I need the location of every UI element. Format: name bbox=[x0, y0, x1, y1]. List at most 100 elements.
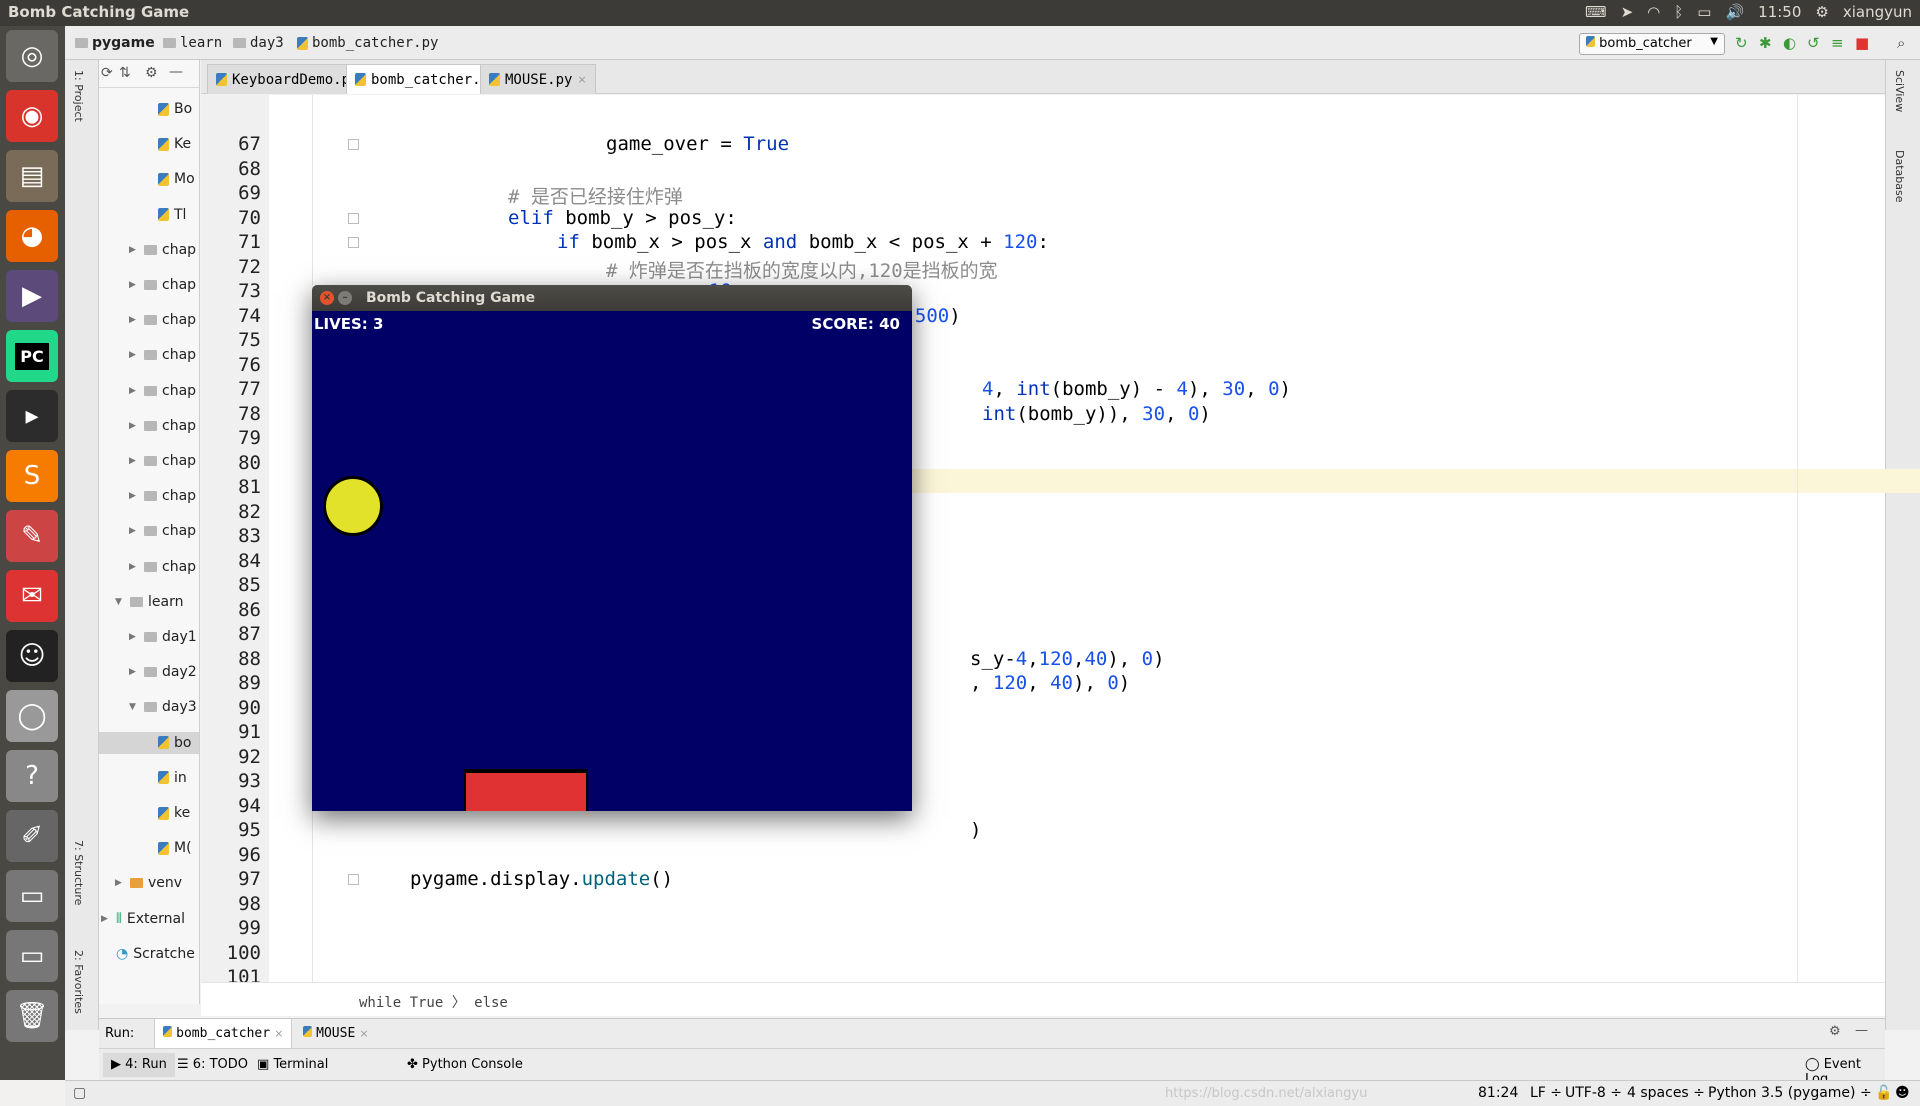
chevron-right-icon[interactable]: ▶ bbox=[129, 667, 139, 677]
minimize-icon[interactable]: — bbox=[169, 64, 183, 80]
close-icon[interactable]: × bbox=[359, 1027, 368, 1040]
gear-icon[interactable]: ⚙ bbox=[1815, 3, 1828, 21]
chevron-right-icon[interactable]: ▶ bbox=[101, 914, 111, 924]
notes-icon[interactable]: ✐ bbox=[6, 810, 58, 862]
tree-item[interactable]: ◔ Scratche bbox=[101, 943, 195, 965]
telegram-icon[interactable]: ➤ bbox=[1621, 3, 1634, 21]
chevron-right-icon[interactable]: ▶ bbox=[129, 632, 139, 642]
close-icon[interactable]: × bbox=[320, 291, 334, 305]
chevron-right-icon[interactable]: ▶ bbox=[129, 421, 139, 431]
file-encoding[interactable]: UTF-8 ÷ bbox=[1565, 1085, 1622, 1101]
tree-item[interactable]: ▶ day1 bbox=[129, 626, 197, 648]
chevron-right-icon[interactable]: ▶ bbox=[129, 350, 139, 360]
chevron-right-icon[interactable]: ▶ bbox=[129, 315, 139, 325]
chevron-right-icon[interactable]: ▶ bbox=[129, 491, 139, 501]
bluetooth-icon[interactable]: ᛒ bbox=[1674, 3, 1683, 21]
tree-item[interactable]: ▶ chap bbox=[129, 415, 196, 437]
chevron-right-icon[interactable]: ▶ bbox=[129, 562, 139, 572]
run-tool-button[interactable]: ▶ 4: Run bbox=[103, 1053, 175, 1077]
tree-item[interactable]: ▶ ⫴ External bbox=[101, 908, 185, 930]
wifi-icon[interactable]: ◠ bbox=[1647, 3, 1660, 21]
structure-tool-button[interactable]: 7: Structure bbox=[72, 840, 85, 905]
user-name[interactable]: xiangyun bbox=[1843, 3, 1912, 21]
database-tool-button[interactable]: Database bbox=[1893, 150, 1906, 203]
tree-item[interactable]: ▼ learn bbox=[115, 591, 183, 613]
line-separator[interactable]: LF ÷ bbox=[1530, 1085, 1562, 1101]
tree-item[interactable]: ▼ day3 bbox=[129, 696, 197, 718]
minimize-icon[interactable]: — bbox=[1855, 1023, 1868, 1038]
layout-toggle-icon[interactable]: ▢ bbox=[73, 1085, 86, 1101]
text-editor-icon[interactable]: ✉ bbox=[6, 570, 58, 622]
nav-crumb-learn[interactable]: learn bbox=[163, 35, 222, 51]
lock-icon[interactable]: 🔓 bbox=[1875, 1085, 1892, 1101]
tree-item[interactable]: ▶ day2 bbox=[129, 661, 197, 683]
stop-icon[interactable]: ■ bbox=[1855, 34, 1869, 52]
tree-item[interactable]: ▶ chap bbox=[129, 239, 196, 261]
collapse-icon[interactable]: ⇅ bbox=[119, 65, 131, 81]
qq-icon[interactable]: ☺ bbox=[6, 630, 58, 682]
sublime-text-icon[interactable]: S bbox=[6, 450, 58, 502]
terminal-tool-button[interactable]: ▣ Terminal bbox=[257, 1057, 328, 1072]
ubuntu-dash-icon[interactable]: ◎ bbox=[6, 30, 58, 82]
terminal-icon[interactable]: ▸ bbox=[6, 390, 58, 442]
tree-item[interactable]: ▶ chap bbox=[129, 344, 196, 366]
nav-crumb-pygame[interactable]: pygame bbox=[75, 35, 155, 51]
tree-item[interactable]: Ke bbox=[143, 133, 191, 155]
chevron-right-icon[interactable]: ▶ bbox=[129, 245, 139, 255]
chevron-right-icon[interactable]: ▶ bbox=[129, 280, 139, 290]
drive-icon[interactable]: ▭ bbox=[6, 930, 58, 982]
netease-music-icon[interactable]: ◉ bbox=[6, 90, 58, 142]
minimize-icon[interactable]: – bbox=[338, 291, 352, 305]
caret-position[interactable]: 81:24 bbox=[1478, 1085, 1518, 1101]
tree-item[interactable]: Bo bbox=[143, 98, 192, 120]
game-window[interactable]: × – Bomb Catching Game LIVES: 3 SCORE: 4… bbox=[312, 285, 912, 811]
rerun-icon[interactable]: ↻ bbox=[1735, 34, 1748, 52]
pycharm-icon[interactable]: PC bbox=[6, 330, 58, 382]
todo-tool-button[interactable]: ☰ 6: TODO bbox=[177, 1057, 248, 1072]
chevron-down-icon[interactable]: ▼ bbox=[115, 597, 125, 607]
tree-item[interactable]: ke bbox=[143, 802, 190, 824]
tree-item[interactable]: in bbox=[143, 767, 187, 789]
battery-icon[interactable]: ▭ bbox=[1697, 3, 1711, 21]
tree-item[interactable]: Tl bbox=[143, 204, 186, 226]
run-tab-bomb-catcher[interactable]: bomb_catcher × bbox=[154, 1019, 293, 1048]
nav-crumb-file[interactable]: bomb_catcher.py bbox=[297, 35, 438, 51]
fold-marker-icon[interactable] bbox=[348, 237, 359, 248]
project-tool-button[interactable]: 1: Project bbox=[72, 70, 85, 122]
tree-item[interactable]: Mo bbox=[143, 168, 195, 190]
close-icon[interactable]: × bbox=[274, 1027, 283, 1040]
disk-icon[interactable]: ▭ bbox=[6, 870, 58, 922]
media-player-icon[interactable]: ▶ bbox=[6, 270, 58, 322]
close-icon[interactable]: × bbox=[577, 73, 586, 86]
tree-item[interactable]: ▶ chap bbox=[129, 556, 196, 578]
game-canvas[interactable]: LIVES: 3 SCORE: 40 bbox=[312, 311, 912, 811]
indent-setting[interactable]: 4 spaces ÷ bbox=[1627, 1085, 1705, 1101]
tree-item[interactable]: bo bbox=[99, 731, 199, 754]
chevron-right-icon[interactable]: ▶ bbox=[129, 456, 139, 466]
tree-item[interactable]: ▶ chap bbox=[129, 309, 196, 331]
debug-icon[interactable]: ✱ bbox=[1759, 34, 1772, 52]
clock[interactable]: 11:50 bbox=[1758, 3, 1801, 21]
keyboard-indicator-icon[interactable]: ⌨ bbox=[1585, 3, 1607, 21]
run-configuration-select[interactable]: bomb_catcher ▼ bbox=[1579, 33, 1725, 55]
tree-item[interactable]: ▶ chap bbox=[129, 520, 196, 542]
tree-item[interactable]: ▶ chap bbox=[129, 274, 196, 296]
chevron-right-icon[interactable]: ▶ bbox=[115, 878, 125, 888]
favorites-tool-button[interactable]: 2: Favorites bbox=[72, 950, 85, 1014]
gear-icon[interactable]: ⚙ bbox=[1829, 1024, 1841, 1039]
tree-item[interactable]: ▶ venv bbox=[115, 872, 182, 894]
file-manager-icon[interactable]: ▤ bbox=[6, 150, 58, 202]
nav-crumb-day3[interactable]: day3 bbox=[233, 35, 284, 51]
tab-mouse[interactable]: MOUSE.py × bbox=[480, 64, 596, 94]
tree-item[interactable]: ▶ chap bbox=[129, 485, 196, 507]
chevron-right-icon[interactable]: ▶ bbox=[129, 526, 139, 536]
game-window-titlebar[interactable]: × – Bomb Catching Game bbox=[312, 285, 912, 311]
python-console-tool-button[interactable]: ✤ Python Console bbox=[407, 1057, 523, 1072]
fold-marker-icon[interactable] bbox=[348, 212, 359, 224]
fold-marker-icon[interactable] bbox=[348, 874, 359, 885]
fold-marker-icon[interactable] bbox=[348, 139, 359, 150]
firefox-icon[interactable]: ◕ bbox=[6, 210, 58, 262]
sciview-tool-button[interactable]: SciView bbox=[1893, 70, 1906, 112]
volume-icon[interactable]: 🔊 bbox=[1725, 3, 1744, 21]
chevron-right-icon[interactable]: ▶ bbox=[129, 386, 139, 396]
